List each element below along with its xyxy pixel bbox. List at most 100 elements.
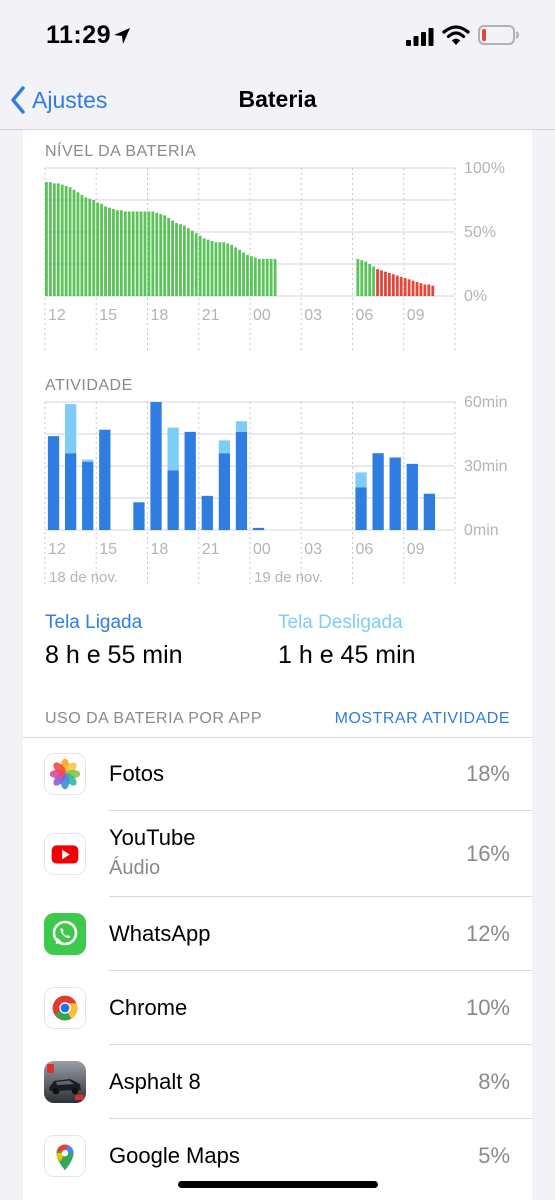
- app-row-whatsapp[interactable]: WhatsApp 12%: [23, 897, 532, 971]
- battery-level-bar: [253, 257, 257, 296]
- app-percent: 12%: [465, 921, 510, 946]
- battery-level-bar: [190, 230, 194, 296]
- activity-bar-screen-off: [82, 459, 94, 462]
- battery-level-bar: [384, 271, 387, 296]
- activity-bar-screen-on: [133, 502, 145, 530]
- battery-level-bar: [380, 270, 383, 296]
- whatsapp-icon: [44, 913, 86, 955]
- battery-level-bar: [265, 258, 269, 296]
- battery-level-bar: [257, 258, 261, 296]
- battery-level-bar: [127, 211, 131, 296]
- app-name: Google Maps: [109, 1143, 240, 1168]
- battery-x-tick-label: 18: [151, 307, 169, 324]
- battery-level-bar: [372, 266, 376, 296]
- battery-level-bar: [119, 210, 123, 296]
- battery-level-bar: [48, 182, 52, 296]
- activity-x-tick-label: 03: [304, 541, 322, 558]
- battery-level-bar: [45, 182, 48, 296]
- battery-level-bar: [72, 189, 76, 296]
- activity-bar-screen-on: [372, 453, 384, 530]
- battery-level-bar: [399, 276, 403, 296]
- battery-level-bar: [356, 258, 360, 296]
- battery-x-tick-label: 00: [253, 307, 271, 324]
- activity-bar-screen-on: [150, 402, 162, 530]
- google-maps-icon: [44, 1135, 86, 1177]
- app-row-asphalt-8[interactable]: Asphalt 8 8%: [23, 1045, 532, 1119]
- activity-bar-screen-on: [201, 495, 213, 530]
- activity-x-tick-label: 00: [253, 541, 271, 558]
- activity-x-tick-label: 06: [356, 541, 374, 558]
- activity-bar-screen-on: [252, 527, 265, 530]
- battery-level-bar: [155, 212, 159, 296]
- activity-bar-screen-on: [47, 436, 60, 530]
- app-percent: 5%: [478, 1143, 510, 1168]
- activity-y-tick-label: 30min: [464, 458, 508, 475]
- activity-bar-screen-on: [406, 463, 418, 530]
- app-name: WhatsApp: [109, 921, 211, 946]
- battery-level-bar: [407, 279, 411, 296]
- activity-x-tick-label: 21: [202, 541, 220, 558]
- activity-bar-screen-on: [184, 431, 196, 530]
- battery-level-bar: [159, 214, 163, 296]
- battery-level-bar: [163, 215, 167, 296]
- activity-bar-screen-off: [235, 421, 248, 432]
- battery-level-bar: [419, 283, 423, 296]
- battery-level-bar: [273, 258, 277, 296]
- battery-level-bar: [147, 211, 151, 296]
- status-time: 11:29: [46, 21, 112, 49]
- app-percent: 16%: [465, 841, 510, 866]
- page-title: Bateria: [238, 86, 317, 112]
- activity-bar-screen-on: [64, 453, 77, 530]
- cellular-signal-icon: [406, 28, 434, 46]
- battery-level-bar: [167, 217, 171, 296]
- activity-date-label: 19 de nov.: [254, 569, 323, 586]
- activity-bar-screen-on: [389, 457, 401, 530]
- activity-date-label: 18 de nov.: [49, 569, 118, 586]
- battery-level-bar: [415, 281, 419, 296]
- app-name: Chrome: [109, 995, 188, 1020]
- battery-level-bar: [139, 211, 143, 296]
- battery-level-chart: 100% 50% 0% 12 15 18 21 00 03 06 09: [44, 160, 505, 352]
- battery-level-bar: [179, 224, 182, 296]
- battery-level-bar: [431, 285, 435, 296]
- photos-icon: [44, 753, 86, 795]
- battery-level-bar: [202, 238, 206, 296]
- asphalt-icon: [44, 1061, 86, 1103]
- activity-bar-screen-on: [167, 470, 179, 530]
- youtube-icon: [44, 833, 86, 875]
- battery-level-bar: [387, 272, 391, 296]
- activity-bar-screen-on: [235, 431, 248, 530]
- battery-level-bar: [218, 242, 222, 296]
- app-subtitle: Áudio: [109, 857, 161, 879]
- activity-bar-screen-on: [218, 453, 231, 530]
- activity-x-tick-label: 12: [48, 541, 66, 558]
- battery-x-tick-label: 21: [202, 307, 220, 324]
- home-indicator[interactable]: [178, 1181, 378, 1188]
- screen-off-value: 1 h e 45 min: [278, 641, 416, 669]
- app-usage-label: USO DA BATERIA POR APP: [45, 710, 262, 727]
- battery-level-bar: [210, 240, 214, 296]
- activity-y-tick-label: 60min: [464, 394, 508, 411]
- battery-y-tick-label: 50%: [464, 224, 496, 241]
- screen-on-label: Tela Ligada: [45, 612, 143, 633]
- battery-x-tick-label: 15: [99, 307, 117, 324]
- show-activity-button[interactable]: MOSTRAR ATIVIDADE: [335, 710, 510, 728]
- battery-level-bar: [206, 239, 210, 296]
- battery-level-bar: [246, 255, 249, 296]
- battery-level-bar: [269, 258, 273, 296]
- battery-x-tick-label: 06: [356, 307, 374, 324]
- battery-y-tick-label: 100%: [464, 160, 505, 177]
- battery-level-bar: [242, 252, 245, 296]
- battery-level-label: NÍVEL DA BATERIA: [45, 143, 197, 160]
- battery-level-bar: [80, 194, 84, 296]
- battery-level-bar: [391, 274, 395, 296]
- app-row-chrome[interactable]: Chrome 10%: [23, 971, 532, 1045]
- battery-level-bar: [214, 242, 218, 296]
- battery-level-bar: [250, 256, 253, 296]
- app-row-youtube[interactable]: YouTube Áudio 16%: [23, 811, 532, 897]
- battery-level-bar: [427, 284, 431, 296]
- status-bar: 11:29: [0, 0, 555, 72]
- battery-level-bar: [230, 244, 234, 296]
- app-row-fotos[interactable]: Fotos 18%: [23, 738, 532, 811]
- battery-level-bar: [368, 264, 372, 296]
